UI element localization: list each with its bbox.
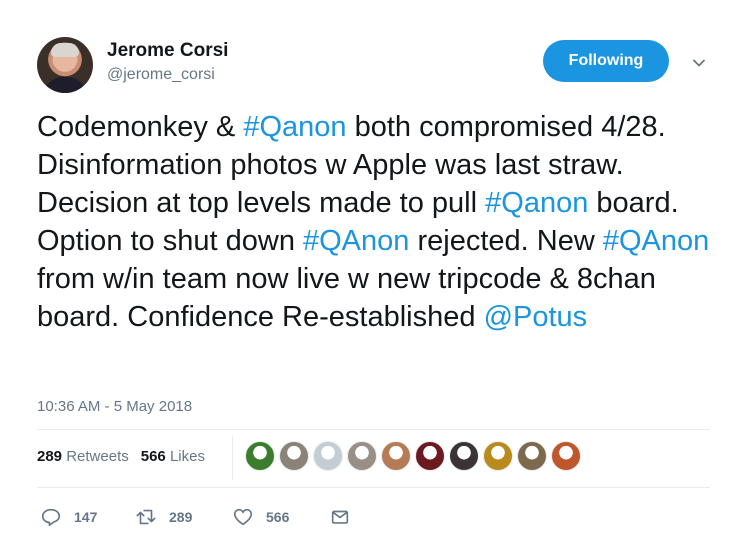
retweet-count: 289: [169, 509, 193, 525]
like-count: 566: [266, 509, 290, 525]
stats-bottom-divider: [37, 487, 710, 488]
envelope-icon: [331, 510, 349, 524]
dark-scene-avatar[interactable]: [449, 441, 479, 471]
likes-stat[interactable]: 566 Likes: [141, 448, 205, 465]
tweet-actions: 147 289 566: [40, 506, 351, 528]
crowd-photo-avatar[interactable]: [347, 441, 377, 471]
tweet-text-segment: rejected. New: [409, 225, 603, 257]
reply-icon: [41, 508, 61, 527]
following-button[interactable]: Following: [543, 40, 669, 82]
mention-link[interactable]: @Potus: [484, 301, 588, 333]
woman-portrait-avatar[interactable]: [381, 441, 411, 471]
chevron-down-icon[interactable]: [691, 55, 707, 71]
retweets-label: Retweets: [66, 448, 129, 465]
hashtag-link[interactable]: #Qanon: [243, 111, 346, 143]
likes-label: Likes: [169, 448, 205, 465]
reply-count: 147: [74, 509, 98, 525]
retweets-count: 289: [37, 448, 63, 465]
author-avatar[interactable]: [37, 37, 93, 93]
like-button[interactable]: 566: [232, 506, 329, 528]
tweet-text-segment: Codemonkey &: [37, 111, 244, 143]
tweet-stats: 289 Retweets 566 Likes: [37, 448, 205, 465]
robin-logo-avatar[interactable]: [245, 441, 275, 471]
gold-emblem-avatar[interactable]: [483, 441, 513, 471]
tweet-timestamp[interactable]: 10:36 AM - 5 May 2018: [37, 398, 192, 415]
hashtag-link[interactable]: #QAnon: [603, 225, 709, 257]
likes-count: 566: [140, 448, 166, 465]
reply-button[interactable]: 147: [40, 506, 135, 528]
default-profile-avatar[interactable]: [313, 441, 343, 471]
avatar-shirt: [43, 77, 87, 93]
likers-avatars: [245, 441, 581, 471]
author-name[interactable]: Jerome Corsi: [107, 40, 228, 62]
stats-top-divider: [37, 429, 710, 430]
landscape-avatar[interactable]: [517, 441, 547, 471]
retweets-stat[interactable]: 289 Retweets: [37, 448, 129, 465]
direct-message-button[interactable]: [329, 506, 351, 528]
avatar-hair: [51, 43, 79, 57]
retweet-icon: [136, 509, 156, 525]
retweet-button[interactable]: 289: [135, 506, 232, 528]
group-photo-avatar[interactable]: [279, 441, 309, 471]
author-handle[interactable]: @jerome_corsi: [107, 66, 215, 84]
hashtag-link[interactable]: #Qanon: [485, 187, 588, 219]
hashtag-link[interactable]: #QAnon: [303, 225, 409, 257]
flame-avatar[interactable]: [551, 441, 581, 471]
heart-icon: [233, 508, 253, 526]
tweet-text: Codemonkey & #Qanon both compromised 4/2…: [37, 108, 717, 336]
red-portrait-avatar[interactable]: [415, 441, 445, 471]
stats-separator: [232, 436, 233, 480]
